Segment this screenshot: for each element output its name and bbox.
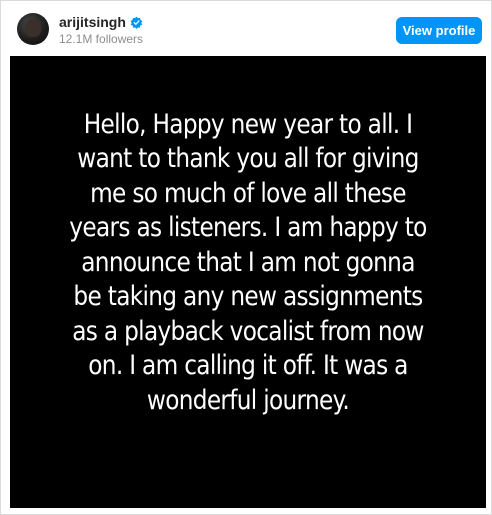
post-header: arijitsingh 12.1M followers View profile <box>1 1 491 55</box>
username-row: arijitsingh <box>59 14 143 30</box>
followers-count: 12.1M followers <box>59 32 144 46</box>
view-profile-button[interactable]: View profile <box>396 17 482 44</box>
verified-badge-icon <box>130 16 143 29</box>
post-text: Hello, Happy new year to all. I want to … <box>69 108 427 416</box>
username[interactable]: arijitsingh <box>59 14 126 30</box>
avatar[interactable] <box>17 13 49 45</box>
instagram-embed: arijitsingh 12.1M followers View profile… <box>0 0 492 515</box>
post-image[interactable]: Hello, Happy new year to all. I want to … <box>10 56 486 508</box>
